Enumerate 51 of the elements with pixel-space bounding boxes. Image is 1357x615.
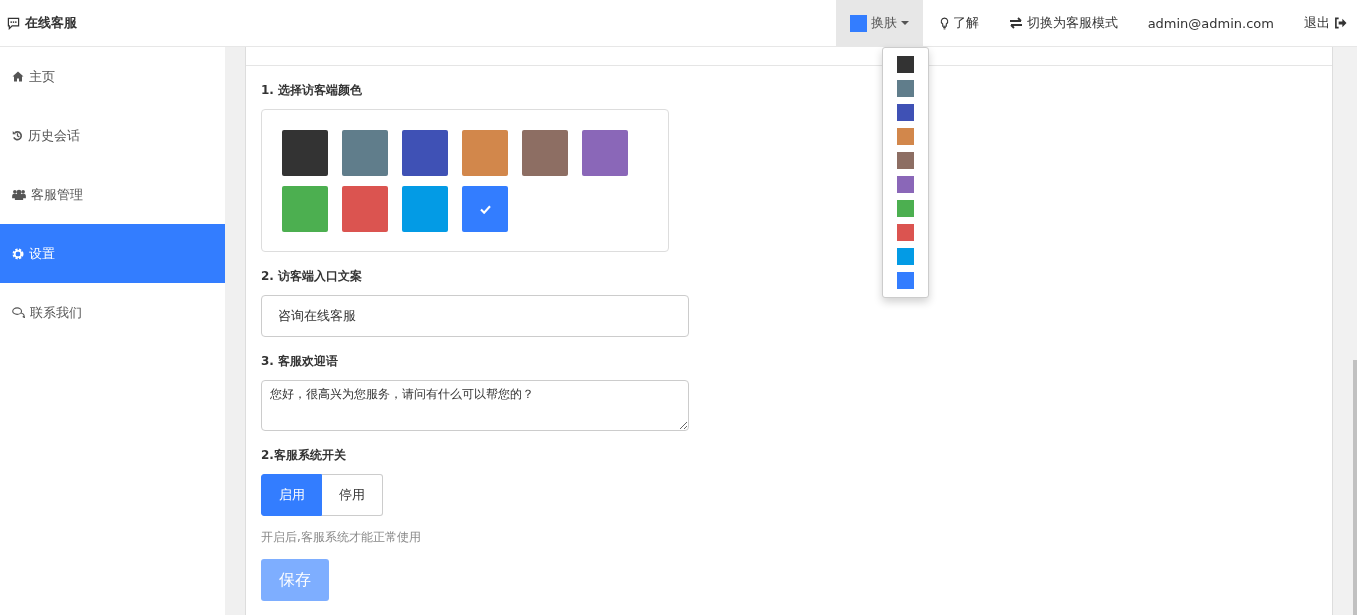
toggle-option[interactable]: 停用 bbox=[322, 474, 383, 516]
field-label: 1. 选择访客端颜色 bbox=[261, 83, 363, 97]
sidebar-item[interactable]: 联系我们 bbox=[0, 283, 225, 342]
entry-text-field[interactable]: 咨询在线客服 bbox=[261, 295, 689, 337]
scrollbar[interactable] bbox=[1333, 47, 1357, 615]
color-swatch[interactable] bbox=[462, 130, 508, 176]
color-option[interactable] bbox=[896, 248, 914, 265]
users-icon bbox=[12, 189, 26, 200]
sign-out-icon bbox=[1334, 17, 1347, 29]
skin-dropdown[interactable]: 换肤 bbox=[835, 0, 923, 46]
color-option[interactable] bbox=[896, 128, 914, 145]
field-label: 2.客服系统开关 bbox=[261, 448, 346, 462]
app-title: 在线客服 bbox=[25, 14, 77, 32]
welcome-message-field[interactable]: 您好，很高兴为您服务，请问有什么可以帮您的？ bbox=[261, 380, 689, 431]
color-option[interactable] bbox=[896, 56, 914, 73]
color-option[interactable] bbox=[896, 200, 914, 217]
color-swatch[interactable] bbox=[582, 130, 628, 176]
help-text: 开启后,客服系统才能正常使用 bbox=[261, 529, 421, 546]
nav-link[interactable]: 了解 bbox=[924, 0, 994, 46]
color-option[interactable] bbox=[896, 152, 914, 169]
color-swatch[interactable] bbox=[522, 130, 568, 176]
nav-link[interactable]: 退出 bbox=[1289, 0, 1357, 46]
color-swatch[interactable] bbox=[282, 186, 328, 232]
color-option[interactable] bbox=[896, 176, 914, 193]
field-label: 2. 访客端入口文案 bbox=[261, 269, 363, 283]
color-swatch[interactable] bbox=[342, 130, 388, 176]
color-option[interactable] bbox=[896, 104, 914, 121]
color-swatch[interactable] bbox=[402, 130, 448, 176]
swap-arrows-icon bbox=[1008, 17, 1023, 29]
color-option[interactable] bbox=[896, 224, 914, 241]
sidebar-item[interactable]: 设置 bbox=[0, 224, 225, 283]
color-option[interactable] bbox=[896, 80, 914, 97]
color-swatch[interactable] bbox=[402, 186, 448, 232]
field-label: 3. 客服欢迎语 bbox=[261, 354, 339, 368]
color-swatch[interactable] bbox=[342, 186, 388, 232]
sidebar-item[interactable]: 客服管理 bbox=[0, 165, 225, 224]
chat-icon bbox=[7, 16, 20, 30]
checkmark-icon bbox=[479, 204, 491, 214]
sidebar-item[interactable]: 历史会话 bbox=[0, 106, 225, 165]
color-swatch[interactable] bbox=[282, 130, 328, 176]
caret-icon bbox=[900, 21, 909, 25]
color-swatch[interactable] bbox=[462, 186, 508, 232]
toggle-option[interactable]: 启用 bbox=[261, 474, 322, 516]
nav-link[interactable]: 切换为客服模式 bbox=[993, 0, 1133, 46]
home-icon bbox=[12, 71, 24, 82]
nav-link[interactable]: admin@admin.com bbox=[1132, 0, 1289, 46]
color-option[interactable] bbox=[896, 272, 914, 289]
settings-icon bbox=[12, 247, 24, 260]
lightbulb-icon bbox=[939, 16, 949, 30]
sidebar-item[interactable]: 主页 bbox=[0, 47, 225, 106]
history-icon bbox=[12, 130, 23, 141]
